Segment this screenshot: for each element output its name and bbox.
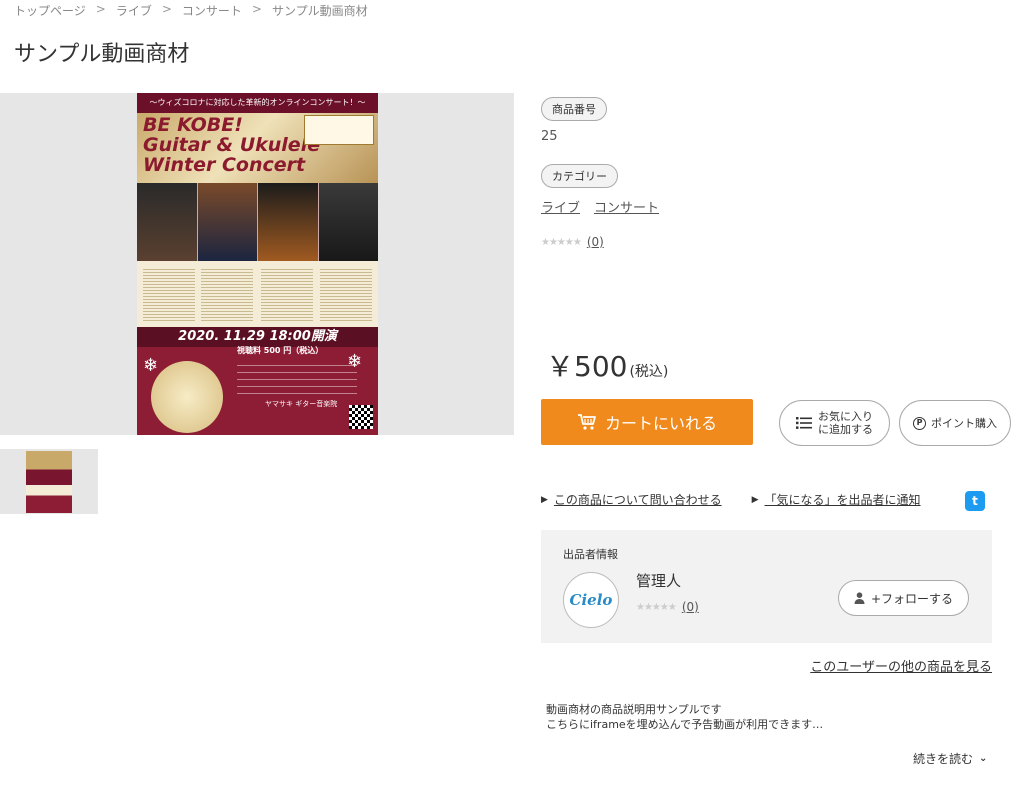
- point-purchase-button[interactable]: P ポイント購入: [899, 400, 1011, 446]
- performer-photo: [318, 183, 378, 261]
- breadcrumb-separator: >: [95, 2, 106, 16]
- snowflake-icon: ❄: [143, 355, 159, 376]
- category-link-live[interactable]: ライブ: [541, 197, 580, 216]
- price: ￥500 (税込): [546, 345, 668, 385]
- category-label: カテゴリー: [541, 164, 618, 188]
- product-number-value: 25: [541, 129, 558, 144]
- poster-text-block: [137, 261, 378, 327]
- seller-avatar[interactable]: Cielo: [563, 572, 619, 628]
- seller-info-panel: 出品者情報 Cielo 管理人 ★★★★★ (0) +フォローする: [541, 530, 992, 643]
- cart-icon: [577, 414, 596, 430]
- breadcrumb-live[interactable]: ライブ: [116, 2, 152, 19]
- product-number-label: 商品番号: [541, 97, 607, 121]
- poster-qr-code: [349, 405, 373, 429]
- follow-button-label: +フォローする: [870, 591, 954, 606]
- concert-poster: 〜ウィズコロナに対応した革新的オンラインコンサート！〜 BE KOBE! Gui…: [137, 93, 378, 435]
- category-link-concert[interactable]: コンサート: [594, 197, 659, 216]
- seller-rating-count-link[interactable]: (0): [682, 600, 699, 614]
- add-to-favorites-button[interactable]: お気に入り に追加する: [779, 400, 890, 446]
- product-thumbnail[interactable]: [0, 449, 98, 514]
- snowflake-icon: ❄: [347, 351, 363, 372]
- add-to-favorites-label: お気に入り に追加する: [818, 410, 873, 436]
- poster-headline-line: Guitar & Ukulele: [143, 134, 321, 156]
- breadcrumb-separator: >: [251, 2, 262, 16]
- description-line: 動画商材の商品説明用サンプルです: [546, 703, 722, 716]
- poster-headline: BE KOBE! Guitar & Ukulele Winter Concert: [143, 115, 323, 175]
- price-tax-note: (税込): [629, 364, 669, 380]
- seller-name[interactable]: 管理人: [636, 570, 681, 591]
- poster-organizer: ヤマサキ ギター音楽院: [265, 400, 338, 408]
- contact-about-item-link[interactable]: この商品について問い合わせる: [554, 491, 722, 508]
- poster-performer-photos: [137, 183, 378, 261]
- rating-stars-icon: ★★★★★: [636, 601, 677, 613]
- notify-seller-link[interactable]: 「気になる」を出品者に通知: [765, 491, 921, 508]
- favorites-label-line: に追加する: [818, 423, 873, 436]
- price-amount: ￥500: [546, 350, 628, 383]
- performer-photo: [197, 183, 258, 261]
- inquiry-row: ▶ この商品について問い合わせる ▶ 「気になる」を出品者に通知: [541, 491, 991, 508]
- poster-banner: 〜ウィズコロナに対応した革新的オンラインコンサート！〜: [137, 93, 378, 113]
- poster-headline-line: BE KOBE!: [143, 114, 243, 136]
- poster-program-disc: [151, 361, 223, 433]
- list-icon: [796, 417, 812, 429]
- breadcrumb-separator: >: [161, 2, 172, 16]
- rating-count-link[interactable]: (0): [587, 235, 604, 249]
- page-title: サンプル動画商材: [14, 42, 190, 67]
- product-rating: ★★★★★ (0): [541, 235, 604, 249]
- description-line: こちらにiframeを埋め込んで予告動画が利用できます…: [546, 718, 824, 731]
- user-icon: [854, 592, 865, 604]
- poster-lower-area: 視聴料 500 円（税込） ヤマサキ ギター音楽院: [137, 346, 378, 435]
- main-product-image[interactable]: 〜ウィズコロナに対応した革新的オンラインコンサート！〜 BE KOBE! Gui…: [0, 93, 514, 435]
- triangle-right-icon: ▶: [541, 494, 548, 505]
- thumbnail-image: [26, 451, 72, 513]
- breadcrumb-current: サンプル動画商材: [271, 4, 368, 18]
- point-icon: P: [913, 416, 926, 430]
- favorites-label-line: お気に入り: [818, 410, 873, 423]
- breadcrumb-top[interactable]: トップページ: [14, 2, 86, 19]
- read-more-label: 続きを読む: [913, 752, 974, 766]
- poster-info-lines: [237, 359, 357, 397]
- poster-text-column: [320, 267, 372, 321]
- point-purchase-label: ポイント購入: [931, 417, 997, 430]
- twitter-share-icon[interactable]: t: [965, 491, 985, 511]
- follow-button[interactable]: +フォローする: [838, 580, 969, 616]
- add-to-cart-button[interactable]: カートにいれる: [541, 399, 753, 445]
- seller-rating: ★★★★★ (0): [636, 600, 699, 614]
- poster-headline-line: Winter Concert: [143, 154, 306, 176]
- read-more-button[interactable]: 続きを読む ⌄: [913, 750, 987, 767]
- breadcrumb-concert[interactable]: コンサート: [182, 2, 242, 19]
- chevron-down-icon: ⌄: [979, 753, 988, 764]
- performer-photo: [137, 183, 198, 261]
- performer-photo: [258, 183, 319, 261]
- product-description: 動画商材の商品説明用サンプルです こちらにiframeを埋め込んで予告動画が利用…: [546, 702, 823, 732]
- seller-other-items-link[interactable]: このユーザーの他の商品を見る: [810, 656, 992, 675]
- rating-stars-icon: ★★★★★: [541, 236, 582, 248]
- poster-fee: 視聴料 500 円（税込）: [237, 346, 324, 355]
- add-to-cart-label: カートにいれる: [604, 414, 717, 433]
- poster-text-column: [261, 267, 313, 321]
- poster-side-note: [304, 115, 374, 145]
- poster-date: 2020. 11.29 18:00開演: [137, 327, 378, 347]
- seller-info-heading: 出品者情報: [563, 548, 618, 561]
- poster-text-column: [143, 267, 195, 321]
- triangle-right-icon: ▶: [751, 494, 759, 505]
- breadcrumb: トップページ > ライブ > コンサート > サンプル動画商材: [14, 2, 368, 19]
- category-links: ライブ コンサート: [541, 197, 659, 216]
- poster-text-column: [201, 267, 253, 321]
